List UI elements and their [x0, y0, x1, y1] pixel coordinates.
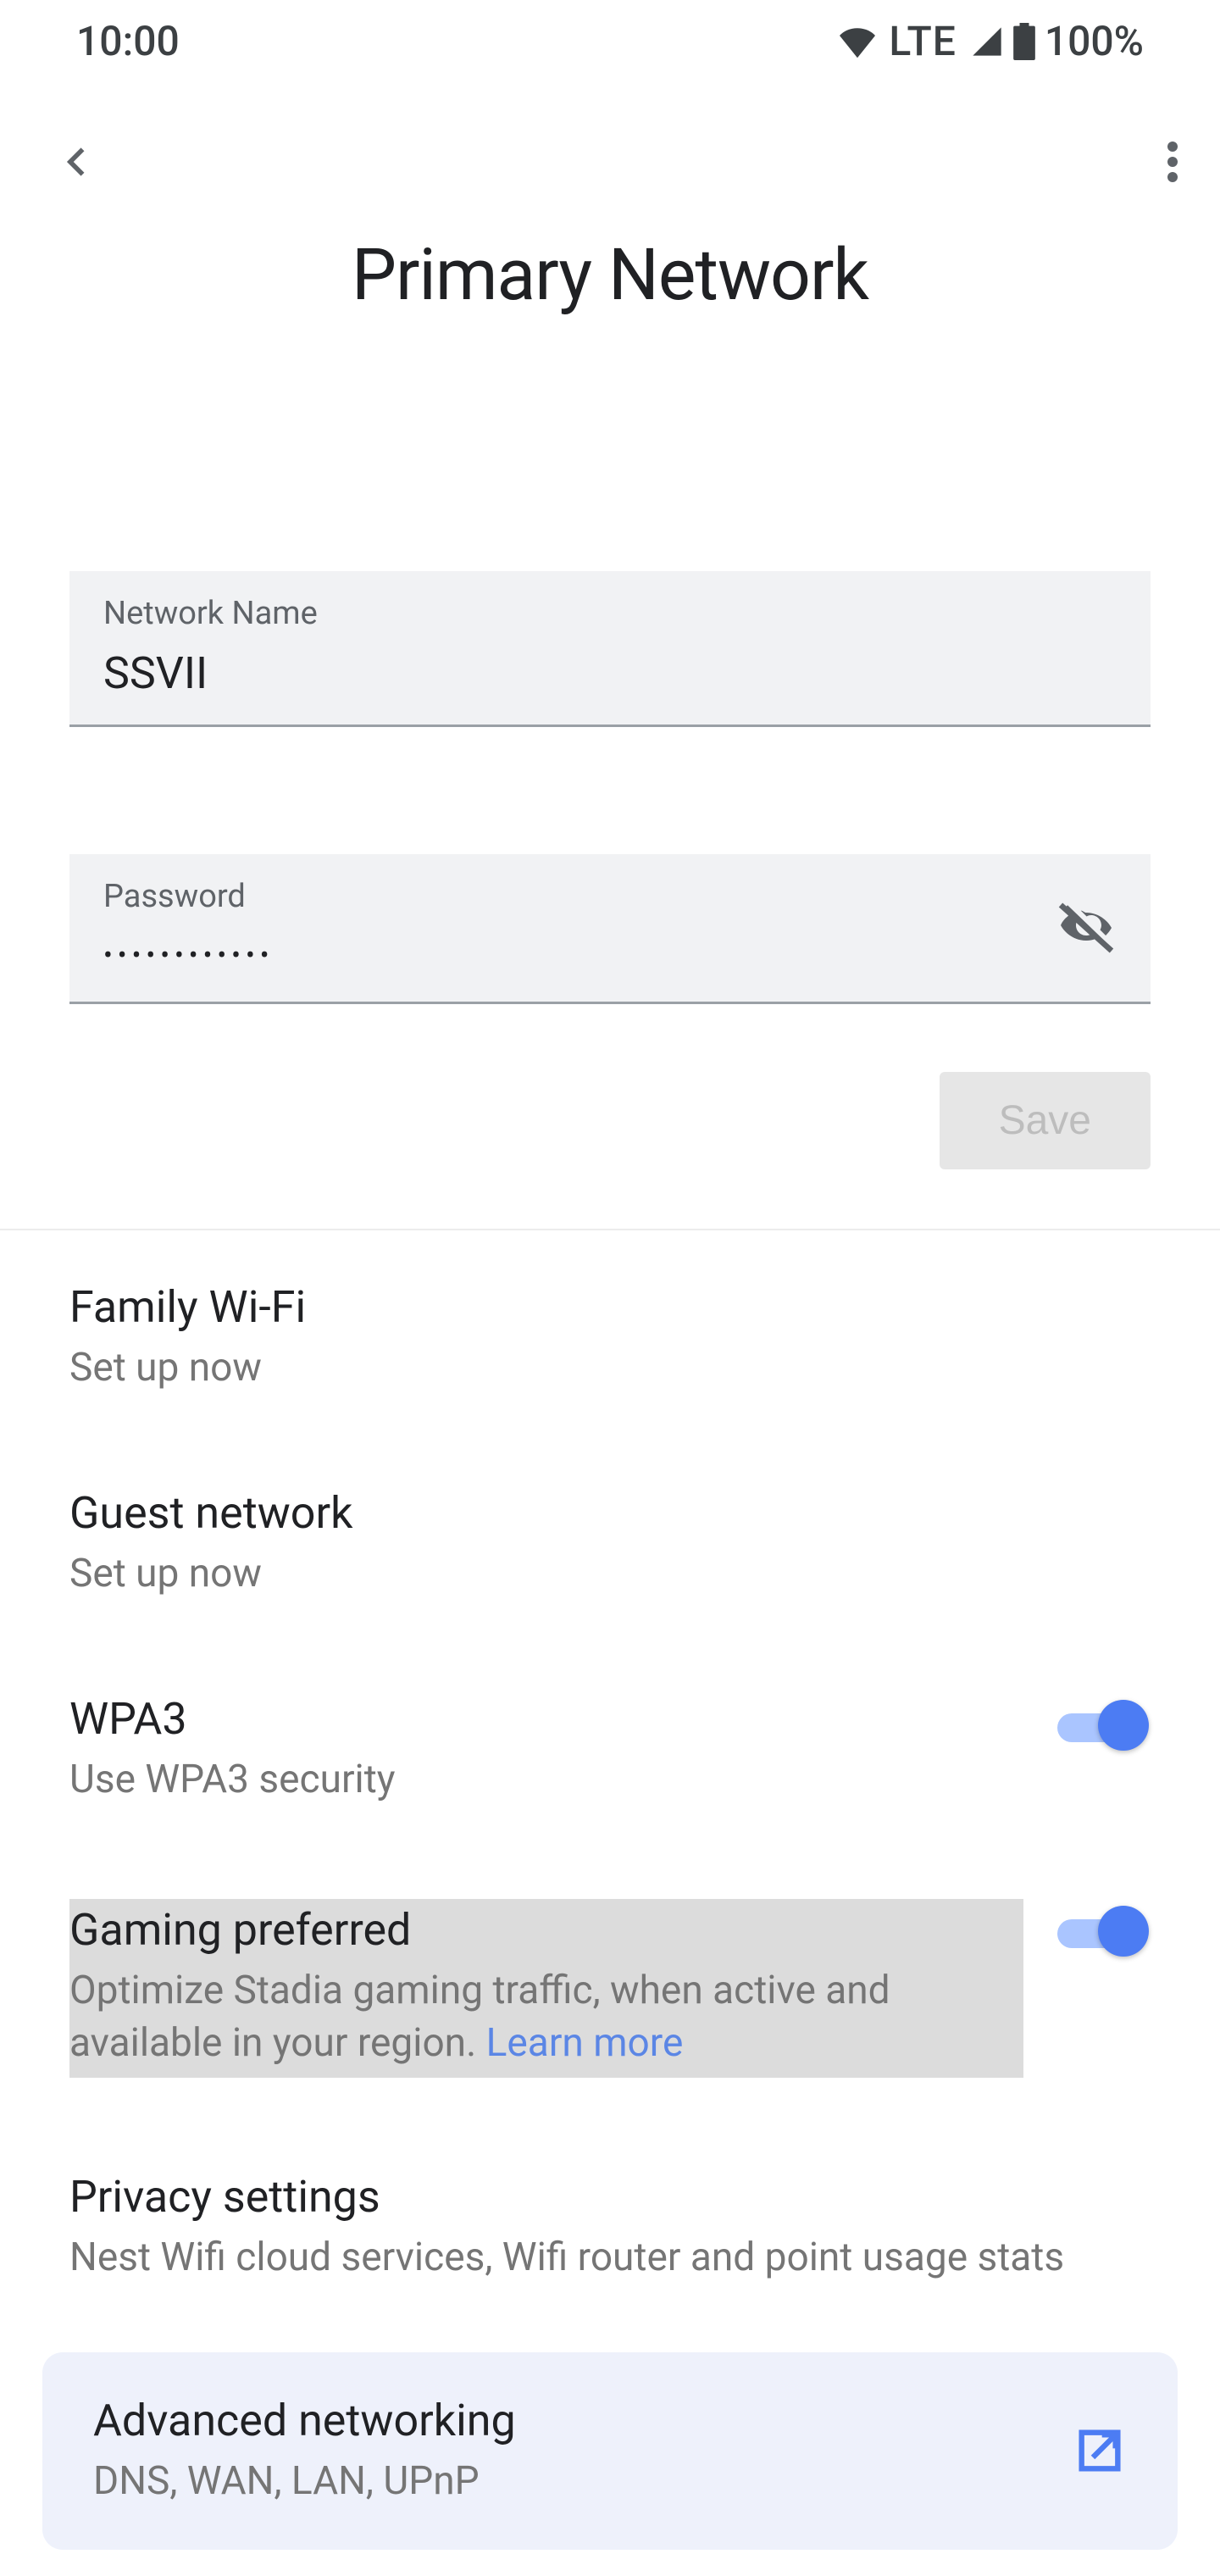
- visibility-off-icon[interactable]: [1056, 897, 1117, 958]
- password-label: Password: [103, 878, 1117, 915]
- wpa3-item: WPA3 Use WPA3 security: [69, 1642, 1151, 1848]
- page-title: Primary Network: [0, 233, 1220, 317]
- save-button[interactable]: Save: [940, 1072, 1151, 1169]
- guest-network-title: Guest network: [69, 1487, 1151, 1539]
- more-button[interactable]: [1167, 142, 1178, 182]
- password-field[interactable]: Password ••••••••••••: [69, 854, 1151, 1004]
- network-name-label: Network Name: [103, 595, 1117, 632]
- status-indicators: LTE 100%: [840, 17, 1144, 65]
- password-value: ••••••••••••: [103, 930, 1117, 976]
- family-wifi-sub: Set up now: [69, 1341, 1151, 1394]
- advanced-sub: DNS, WAN, LAN, UPnP: [93, 2455, 516, 2507]
- privacy-title: Privacy settings: [69, 2171, 1151, 2223]
- gaming-preferred-item: Gaming preferred Optimize Stadia gaming …: [69, 1848, 1151, 2120]
- wpa3-title: WPA3: [69, 1693, 1023, 1745]
- privacy-sub: Nest Wifi cloud services, Wifi router an…: [69, 2231, 1151, 2284]
- guest-network-item[interactable]: Guest network Set up now: [69, 1436, 1151, 1642]
- learn-more-link[interactable]: Learn more: [486, 2020, 684, 2066]
- battery-percent: 100%: [1045, 17, 1144, 65]
- family-wifi-title: Family Wi-Fi: [69, 1281, 1151, 1333]
- gaming-sub: Optimize Stadia gaming traffic, when act…: [69, 1964, 1017, 2069]
- wifi-icon: [840, 24, 875, 59]
- privacy-settings-item[interactable]: Privacy settings Nest Wifi cloud service…: [69, 2120, 1151, 2326]
- status-bar: 10:00 LTE 100%: [0, 0, 1220, 65]
- open-external-icon: [1073, 2423, 1127, 2478]
- gaming-title: Gaming preferred: [69, 1904, 1017, 1956]
- guest-network-sub: Set up now: [69, 1547, 1151, 1600]
- network-name-field[interactable]: Network Name SSVII: [69, 571, 1151, 727]
- top-bar: [0, 65, 1220, 216]
- back-button[interactable]: [59, 143, 97, 180]
- signal-icon: [970, 25, 1004, 58]
- network-name-value: SSVII: [103, 647, 1117, 699]
- wpa3-toggle[interactable]: [1057, 1698, 1151, 1752]
- family-wifi-item[interactable]: Family Wi-Fi Set up now: [69, 1230, 1151, 1436]
- wpa3-sub: Use WPA3 security: [69, 1753, 1023, 1806]
- battery-icon: [1012, 23, 1036, 60]
- gaming-toggle[interactable]: [1057, 1904, 1151, 1958]
- status-time: 10:00: [76, 17, 180, 65]
- advanced-networking-card[interactable]: Advanced networking DNS, WAN, LAN, UPnP: [42, 2352, 1178, 2550]
- network-label: LTE: [889, 17, 956, 65]
- advanced-title: Advanced networking: [93, 2395, 516, 2446]
